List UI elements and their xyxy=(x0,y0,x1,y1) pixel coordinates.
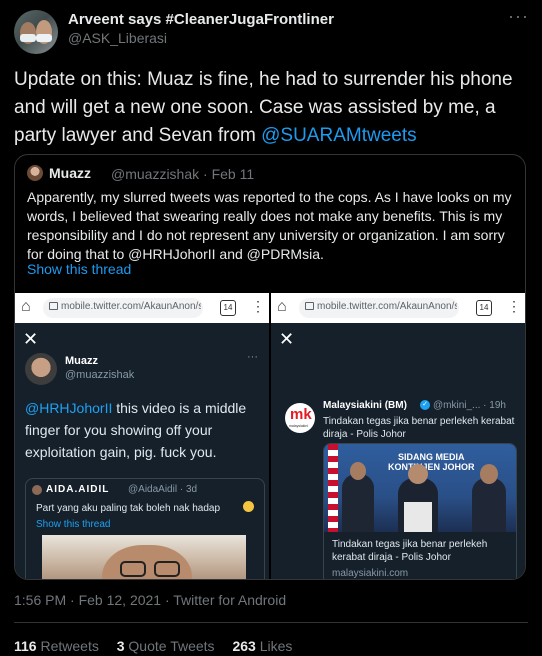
tab-count-icon: 14 xyxy=(476,300,492,316)
close-icon: ✕ xyxy=(279,329,295,349)
quote-avatar[interactable] xyxy=(27,165,43,181)
lock-icon xyxy=(49,302,58,310)
embedded-handle: @mkini_... · 19h xyxy=(433,400,506,411)
verified-badge-icon: ✓ xyxy=(420,400,430,410)
menu-dots-icon: ⋮ xyxy=(251,298,265,314)
menu-dots-icon: ⋮ xyxy=(507,298,521,314)
quote-author-name[interactable]: Muazz xyxy=(49,165,91,181)
likes-stat[interactable]: 263 Likes xyxy=(232,638,292,654)
browser-url-bar: ⌂ mobile.twitter.com/AkaunAnon/s 14 ⋮ xyxy=(15,293,269,323)
embedded-quote-handle: @AidaAidil · 3d xyxy=(128,484,198,495)
quote-author-handle[interactable]: @muazzishak · Feb 11 xyxy=(111,166,254,182)
tweet-timestamp[interactable]: 1:56 PM · Feb 12, 2021 · Twitter for And… xyxy=(14,592,286,608)
url-text: mobile.twitter.com/AkaunAnon/s xyxy=(317,301,457,312)
author-avatar[interactable] xyxy=(14,10,58,54)
quoted-tweet[interactable]: Muazz @muazzishak · Feb 11 Apparently, m… xyxy=(14,154,526,580)
embedded-quote-text: Part yang aku paling tak boleh nak hadap xyxy=(36,503,221,514)
close-icon: ✕ xyxy=(23,329,39,349)
mention-link[interactable]: @SUARAMtweets xyxy=(261,125,417,146)
tweet-stats: 116 Retweets 3 Quote Tweets 263 Likes xyxy=(14,638,292,654)
sweat-smile-emoji-icon xyxy=(243,501,254,512)
tab-count-icon: 14 xyxy=(220,300,236,316)
embedded-name: Malaysiakini (BM) xyxy=(323,400,407,411)
embedded-handle: @muazzishak xyxy=(65,369,135,381)
embedded-tweet-text: Tindakan tegas jika benar perlekeh kerab… xyxy=(323,416,515,440)
embedded-quote-avatar xyxy=(32,485,42,495)
show-thread-link[interactable]: Show this thread xyxy=(27,261,131,277)
embedded-show-thread: Show this thread xyxy=(36,519,111,530)
link-card-title: Tindakan tegas jika benar perlekeh kerab… xyxy=(332,539,488,563)
attached-image-1[interactable]: ⌂ mobile.twitter.com/AkaunAnon/s 14 ⋮ ✕ … xyxy=(15,293,269,579)
link-card: SIDANG MEDIA KONTINJEN JOHOR Tindakan te… xyxy=(323,443,517,579)
malaysiakini-logo: mk malaysiakini xyxy=(285,403,315,433)
browser-url-bar: ⌂ mobile.twitter.com/AkaunAnon/s 14 ⋮ xyxy=(271,293,525,323)
embedded-quote-name: AIDA.AIDIL xyxy=(46,484,110,495)
embedded-mention: @HRHJohorII xyxy=(25,400,113,416)
embedded-more-icon: ··· xyxy=(247,351,258,363)
embedded-name: Muazz xyxy=(65,355,98,367)
embedded-tweet-text: @HRHJohorII this video is a middle finge… xyxy=(25,397,263,463)
attached-image-2[interactable]: ⌂ mobile.twitter.com/AkaunAnon/s 14 ⋮ ✕ … xyxy=(271,293,525,579)
tweet-text: Update on this: Muaz is fine, he had to … xyxy=(14,66,534,150)
media-sign: SIDANG MEDIA KONTINJEN JOHOR xyxy=(388,452,475,472)
embedded-avatar xyxy=(25,353,57,385)
embedded-photo xyxy=(42,535,246,579)
press-conference-photo: SIDANG MEDIA KONTINJEN JOHOR xyxy=(324,444,516,532)
retweets-stat[interactable]: 116 Retweets xyxy=(14,638,99,654)
author-name[interactable]: Arveent says #CleanerJugaFrontliner xyxy=(68,11,334,28)
lock-icon xyxy=(305,302,314,310)
link-card-url: malaysiakini.com xyxy=(332,568,409,579)
home-icon: ⌂ xyxy=(277,298,287,315)
author-handle[interactable]: @ASK_Liberasi xyxy=(68,30,167,46)
quote-text: Apparently, my slurred tweets was report… xyxy=(27,189,512,262)
url-text: mobile.twitter.com/AkaunAnon/s xyxy=(61,301,201,312)
quote-tweets-stat[interactable]: 3 Quote Tweets xyxy=(117,638,215,654)
embedded-quote: AIDA.AIDIL @AidaAidil · 3d Part yang aku… xyxy=(25,478,265,579)
divider xyxy=(14,622,528,623)
more-options-icon[interactable]: ··· xyxy=(508,6,529,27)
home-icon: ⌂ xyxy=(21,298,31,315)
